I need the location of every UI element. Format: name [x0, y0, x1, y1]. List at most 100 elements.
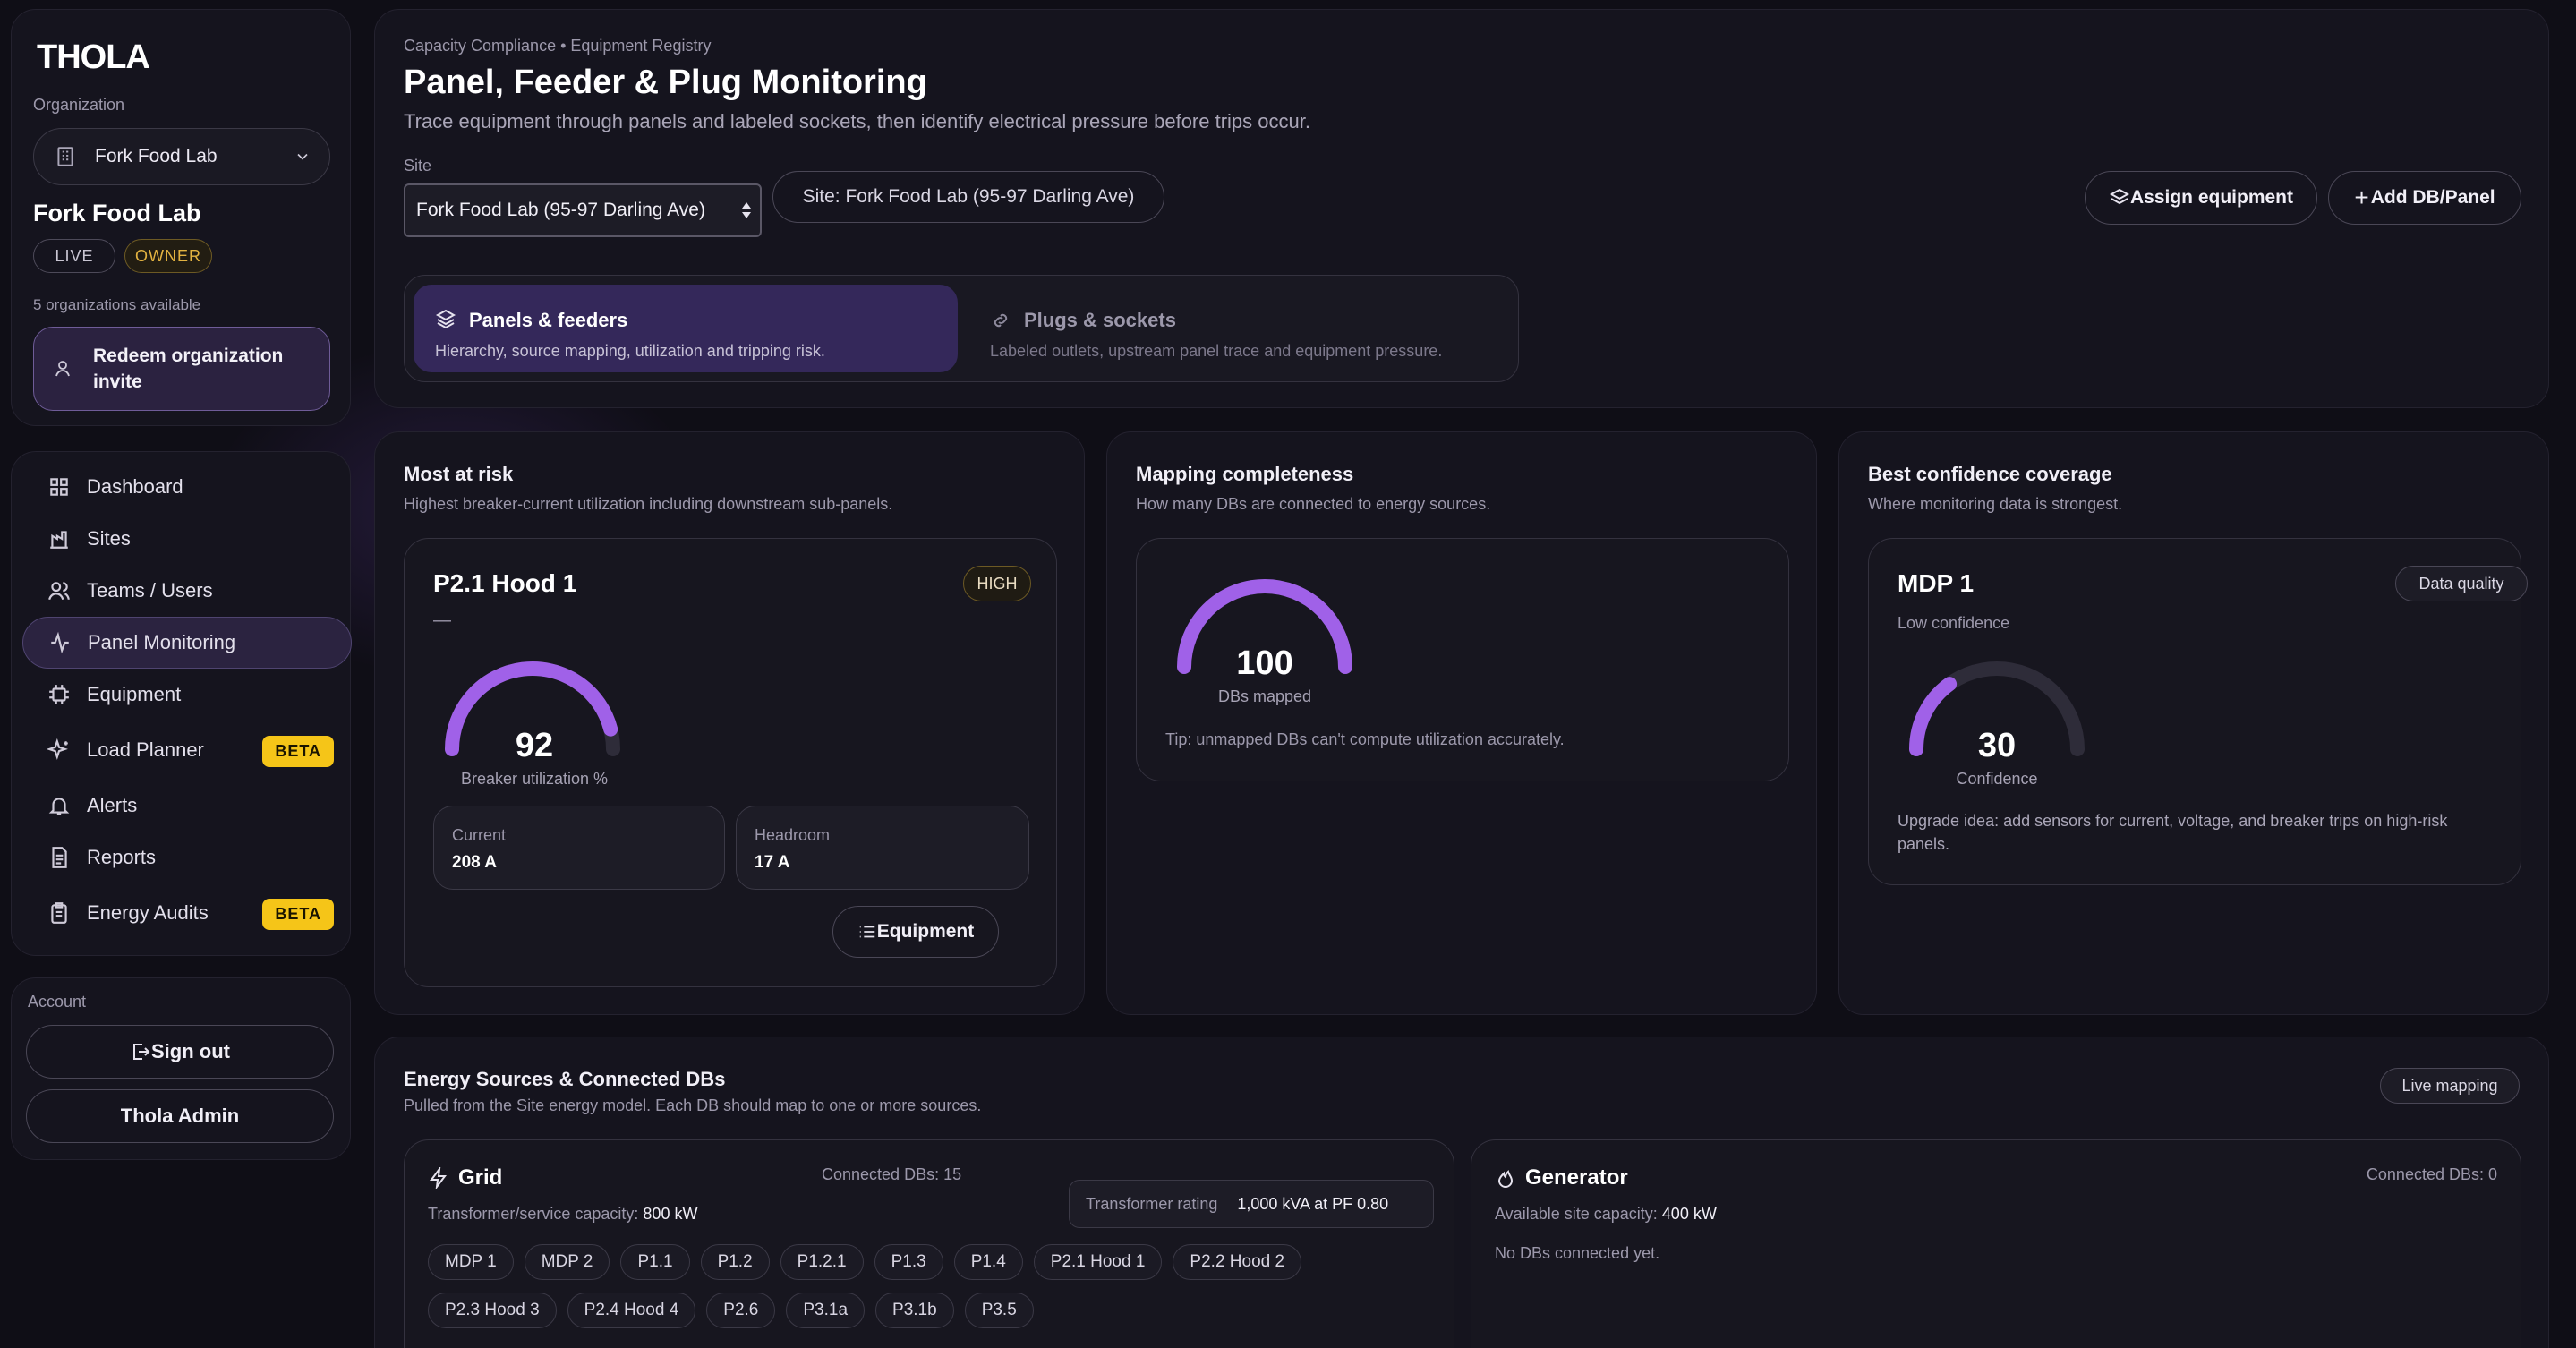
empty-state: No DBs connected yet. — [1495, 1244, 1660, 1262]
headroom-box: Headroom 17 A — [736, 806, 1029, 890]
thola-admin-button[interactable]: Thola Admin — [26, 1089, 334, 1143]
nav-label: Panel Monitoring — [88, 631, 236, 653]
gauge-value: 30 — [1977, 727, 2017, 764]
add-db-panel-button[interactable]: + Add DB/Panel — [2328, 171, 2521, 225]
risk-card[interactable]: P2.1 Hood 1 HIGH — 92 Breaker utilizatio… — [404, 538, 1057, 987]
clipboard-icon — [51, 902, 67, 924]
tab-label: Plugs & sockets — [1024, 309, 1176, 331]
nav-panel: Dashboard Sites Teams / Users Panel Moni… — [11, 451, 352, 956]
db-chip[interactable]: MDP 1 — [428, 1244, 514, 1280]
bell-icon — [48, 798, 70, 815]
confidence-card[interactable]: MDP 1 Data quality Low confidence 30 Con… — [1868, 538, 2528, 885]
layers-icon — [2109, 188, 2130, 205]
site-select[interactable]: Fork Food Lab (95-97 Darling Ave) — [404, 183, 762, 237]
gauge-caption: Breaker utilization % — [460, 770, 609, 788]
add-db-panel-label: Add DB/Panel — [2370, 187, 2495, 208]
nav-item-equipment[interactable]: Equipment — [22, 669, 352, 721]
activity-icon — [51, 631, 69, 654]
building-icon — [57, 147, 73, 166]
nav-item-reports[interactable]: Reports — [22, 832, 352, 883]
nav-label: Alerts — [87, 794, 138, 816]
list-icon — [859, 926, 874, 938]
db-chip[interactable]: P3.1b — [875, 1293, 954, 1328]
grid-source-card[interactable]: Grid Connected DBs: 15 Transformer/servi… — [404, 1139, 1454, 1348]
flame-icon — [1497, 1170, 1514, 1189]
nav-item-teams-users[interactable]: Teams / Users — [22, 565, 352, 617]
site-label: Site — [404, 157, 432, 175]
transformer-rating: Transformer rating 1,000 kVA at PF 0.80 — [1069, 1180, 1434, 1228]
nav-item-load-planner[interactable]: Load Planner BETA — [22, 724, 352, 776]
tab-panels-feeders[interactable]: Panels & feeders Hierarchy, source mappi… — [414, 285, 958, 372]
capacity-value: 800 kW — [643, 1205, 698, 1223]
source-name: Grid — [458, 1165, 503, 1190]
nav-item-panel-monitoring[interactable]: Panel Monitoring — [22, 617, 352, 669]
nav-item-dashboard[interactable]: Dashboard — [22, 461, 352, 513]
equipment-icon — [49, 685, 69, 704]
nav-item-energy-audits[interactable]: Energy Audits BETA — [22, 887, 352, 939]
assign-equipment-button[interactable]: Assign equipment — [2085, 171, 2317, 225]
db-chip[interactable]: P1.1 — [620, 1244, 690, 1280]
current-box: Current 208 A — [433, 806, 725, 890]
headroom-label: Headroom — [755, 826, 831, 844]
upgrade-tip: Upgrade idea: add sensors for current, v… — [1898, 812, 2448, 853]
org-panel: THOLA Organization Fork Food Lab Fork Fo… — [11, 9, 351, 426]
thola-logo[interactable]: THOLA — [37, 38, 150, 77]
account-label: Account — [28, 993, 87, 1011]
db-chip[interactable]: P2.4 Hood 4 — [567, 1293, 696, 1328]
equipment-button[interactable]: Equipment — [832, 906, 999, 958]
layers-icon — [435, 309, 456, 329]
tab-label: Panels & feeders — [469, 309, 628, 331]
account-panel: Account Sign out Thola Admin — [11, 977, 351, 1160]
equipment-label: Equipment — [876, 921, 975, 942]
chevron-down-icon — [297, 153, 308, 160]
generator-source-card[interactable]: Generator Connected DBs: 0 Available sit… — [1471, 1139, 2521, 1348]
site-pill: Site: Fork Food Lab (95-97 Darling Ave) — [772, 171, 1164, 223]
redeem-label: Redeem organization invite — [93, 346, 284, 392]
nav-label: Energy Audits — [87, 901, 209, 924]
db-chip[interactable]: P1.4 — [953, 1244, 1023, 1280]
page-subtitle: Trace equipment through panels and label… — [404, 110, 1310, 132]
gauge-value: 92 — [515, 727, 554, 764]
db-chip[interactable]: P2.3 Hood 3 — [428, 1293, 557, 1328]
thola-admin-label: Thola Admin — [120, 1105, 240, 1127]
mapping-panel: Mapping completeness How many DBs are co… — [1106, 431, 1817, 1015]
tab-plugs-sockets[interactable]: Plugs & sockets Labeled outlets, upstrea… — [968, 285, 1511, 372]
panel-name: P2.1 Hood 1 — [433, 569, 577, 597]
confidence-panel: Best confidence coverage Where monitorin… — [1838, 431, 2549, 1015]
db-chip[interactable]: P1.3 — [874, 1244, 943, 1280]
rating-label: Transformer rating — [1086, 1194, 1218, 1213]
db-chip[interactable]: P3.1a — [786, 1293, 866, 1328]
nav-label: Reports — [87, 846, 157, 868]
sparkle-icon — [47, 738, 68, 761]
plus-icon: + — [2354, 183, 2369, 211]
nav-label: Teams / Users — [87, 579, 213, 601]
section-subtitle: Highest breaker-current utilization incl… — [404, 495, 893, 513]
db-chip[interactable]: P2.6 — [706, 1293, 776, 1328]
db-chip-list: MDP 1 MDP 2 P1.1 P1.2 P1.2.1 P1.3 P1.4 P2.1 Hoo… — [428, 1244, 1395, 1341]
nav-item-alerts[interactable]: Alerts — [22, 780, 352, 832]
logo-text: THOLA — [37, 38, 150, 76]
orgs-available: 5 organizations available — [33, 296, 201, 313]
most-at-risk-panel: Most at risk Highest breaker-current uti… — [374, 431, 1085, 1015]
redeem-invite-button[interactable]: Redeem organization invite — [33, 327, 330, 411]
nav-item-sites[interactable]: Sites — [22, 513, 352, 565]
db-chip[interactable]: P3.5 — [964, 1293, 1034, 1328]
sites-icon — [50, 531, 68, 549]
sign-out-icon — [133, 1044, 150, 1060]
section-title: Mapping completeness — [1136, 463, 1354, 485]
capacity-label: Available site capacity: — [1495, 1205, 1658, 1223]
section-subtitle: Where monitoring data is strongest. — [1868, 495, 2123, 513]
org-select-value: Fork Food Lab — [95, 146, 218, 166]
db-chip[interactable]: P1.2.1 — [780, 1244, 864, 1280]
db-chip[interactable]: P1.2 — [700, 1244, 770, 1280]
connected-count: Connected DBs: 15 — [822, 1165, 962, 1183]
db-chip[interactable]: P2.2 Hood 2 — [1173, 1244, 1302, 1280]
db-chip[interactable]: P2.1 Hood 1 — [1033, 1244, 1163, 1280]
energy-sources-panel: Energy Sources & Connected DBs Pulled fr… — [374, 1037, 2549, 1348]
db-chip[interactable]: MDP 2 — [524, 1244, 610, 1280]
sign-out-button[interactable]: Sign out — [26, 1025, 334, 1079]
org-select[interactable]: Fork Food Lab — [33, 128, 330, 185]
source-name: Generator — [1525, 1165, 1628, 1190]
gauge-value: 100 — [1236, 644, 1293, 682]
gauge-caption: Confidence — [1956, 770, 2038, 788]
